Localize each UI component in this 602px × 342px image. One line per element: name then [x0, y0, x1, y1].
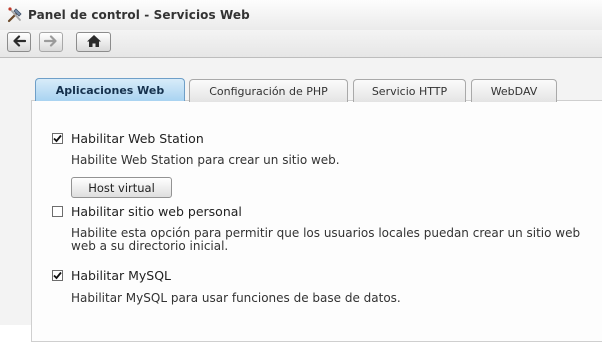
personal-site-checkbox[interactable]: [52, 205, 63, 217]
mysql-checkbox[interactable]: [52, 269, 63, 281]
home-button[interactable]: [76, 32, 111, 52]
content-area: Aplicaciones Web Configuración de PHP Se…: [0, 58, 602, 342]
personal-site-description-line2: web a su directorio inicial.: [71, 239, 229, 253]
forward-button[interactable]: [39, 32, 63, 52]
tab-configuracion-php[interactable]: Configuración de PHP: [189, 79, 348, 102]
web-station-description: Habilite Web Station para crear un sitio…: [71, 153, 340, 167]
tools-icon: [6, 6, 24, 24]
tab-servicio-http[interactable]: Servicio HTTP: [353, 79, 466, 102]
personal-site-label[interactable]: Habilitar sitio web personal: [71, 204, 242, 219]
title-bar: Panel de control - Servicios Web: [0, 0, 602, 31]
web-station-checkbox[interactable]: [52, 132, 63, 144]
host-virtual-button[interactable]: Host virtual: [71, 177, 172, 198]
tab-webdav[interactable]: WebDAV: [471, 79, 557, 102]
arrow-left-icon: [12, 34, 27, 50]
mysql-row: Habilitar MySQL: [52, 267, 171, 283]
home-icon: [86, 34, 102, 51]
toolbar: [0, 30, 602, 58]
window-title: Panel de control - Servicios Web: [28, 8, 250, 22]
arrow-right-icon: [43, 34, 58, 50]
personal-site-row: Habilitar sitio web personal: [52, 203, 242, 219]
back-button[interactable]: [7, 32, 31, 52]
web-station-row: Habilitar Web Station: [52, 130, 204, 146]
tab-aplicaciones-web[interactable]: Aplicaciones Web: [35, 78, 185, 101]
web-station-label[interactable]: Habilitar Web Station: [71, 131, 204, 146]
mysql-label[interactable]: Habilitar MySQL: [71, 268, 171, 283]
mysql-description: Habilitar MySQL para usar funciones de b…: [71, 291, 401, 305]
